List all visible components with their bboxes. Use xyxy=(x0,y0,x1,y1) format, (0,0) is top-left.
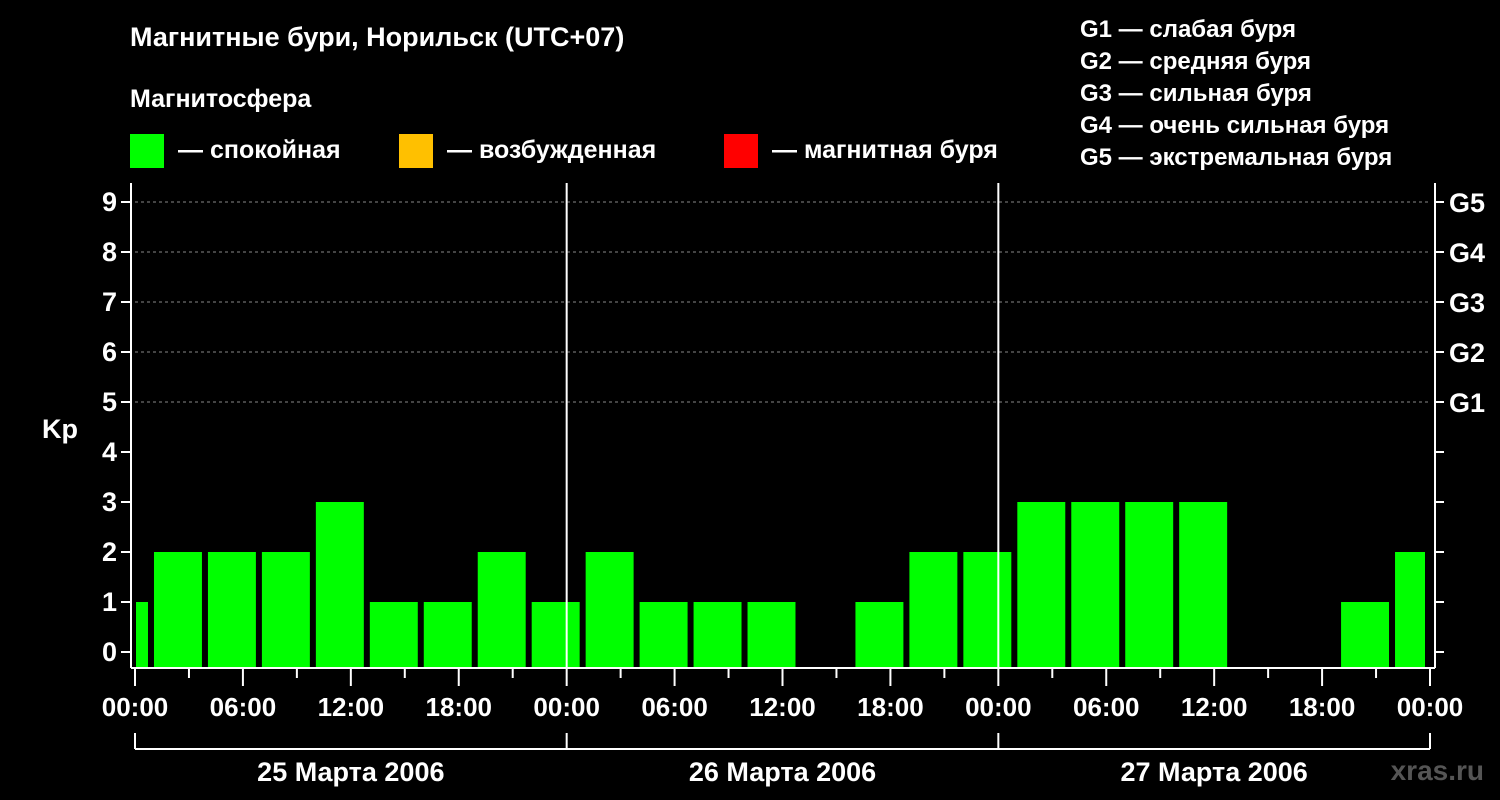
y-tick-label: 8 xyxy=(102,237,117,267)
kp-bar xyxy=(963,552,1012,668)
kp-bar xyxy=(1017,502,1066,668)
y-tick-label: 4 xyxy=(102,437,117,467)
kp-bar xyxy=(855,602,904,668)
g-level-label: G1 xyxy=(1449,388,1485,418)
kp-bar xyxy=(369,602,418,668)
x-tick-label: 00:00 xyxy=(533,692,600,722)
kp-bar xyxy=(693,602,742,668)
x-tick-label: 00:00 xyxy=(965,692,1032,722)
kp-bar xyxy=(531,602,580,668)
x-tick-label: 18:00 xyxy=(1289,692,1356,722)
x-tick-label: 06:00 xyxy=(210,692,277,722)
x-tick-label: 18:00 xyxy=(426,692,493,722)
kp-bar xyxy=(639,602,688,668)
x-tick-label: 06:00 xyxy=(1073,692,1140,722)
x-tick-label: 18:00 xyxy=(857,692,924,722)
y-tick-label: 7 xyxy=(102,287,117,317)
day-label: 26 Марта 2006 xyxy=(689,757,876,787)
x-tick-label: 12:00 xyxy=(1181,692,1248,722)
g-level-label: G5 xyxy=(1449,188,1485,218)
x-tick-label: 00:00 xyxy=(102,692,169,722)
kp-bar xyxy=(423,602,472,668)
x-tick-label: 06:00 xyxy=(641,692,708,722)
watermark: xras.ru xyxy=(1390,755,1484,786)
kp-bar xyxy=(1179,502,1228,668)
kp-bar-chart: 0 1 2 3 4 5 6 7 8 9 G1 G2 G3 G4 G5 Kp 00:00 06:00 12:00 18:… xyxy=(42,183,1485,787)
g-level-label: G4 xyxy=(1449,238,1485,268)
kp-bar xyxy=(909,552,958,668)
kp-bar xyxy=(585,552,634,668)
y-axis-label: Kp xyxy=(42,414,78,444)
y-tick-label: 3 xyxy=(102,487,117,517)
kp-bar xyxy=(1395,552,1425,668)
kp-bar xyxy=(315,502,364,668)
kp-bar xyxy=(153,552,202,668)
kp-bar xyxy=(1071,502,1120,668)
y-tick-label: 6 xyxy=(102,337,117,367)
kp-bar xyxy=(477,552,526,668)
x-tick-label: 12:00 xyxy=(749,692,816,722)
y-tick-label: 2 xyxy=(102,537,117,567)
x-tick-label: 12:00 xyxy=(318,692,385,722)
g-level-label: G3 xyxy=(1449,288,1485,318)
day-label: 25 Марта 2006 xyxy=(257,757,444,787)
kp-bar xyxy=(136,602,148,668)
kp-bar xyxy=(207,552,256,668)
y-tick-label: 1 xyxy=(102,587,117,617)
y-tick-label: 0 xyxy=(102,637,117,667)
x-tick-label: 00:00 xyxy=(1397,692,1464,722)
y-tick-label: 5 xyxy=(102,387,117,417)
y-tick-label: 9 xyxy=(102,187,117,217)
kp-bar xyxy=(261,552,310,668)
kp-bar xyxy=(1125,502,1174,668)
kp-bar xyxy=(747,602,796,668)
day-label: 27 Марта 2006 xyxy=(1121,757,1308,787)
kp-bar xyxy=(1341,602,1390,668)
g-level-label: G2 xyxy=(1449,338,1485,368)
